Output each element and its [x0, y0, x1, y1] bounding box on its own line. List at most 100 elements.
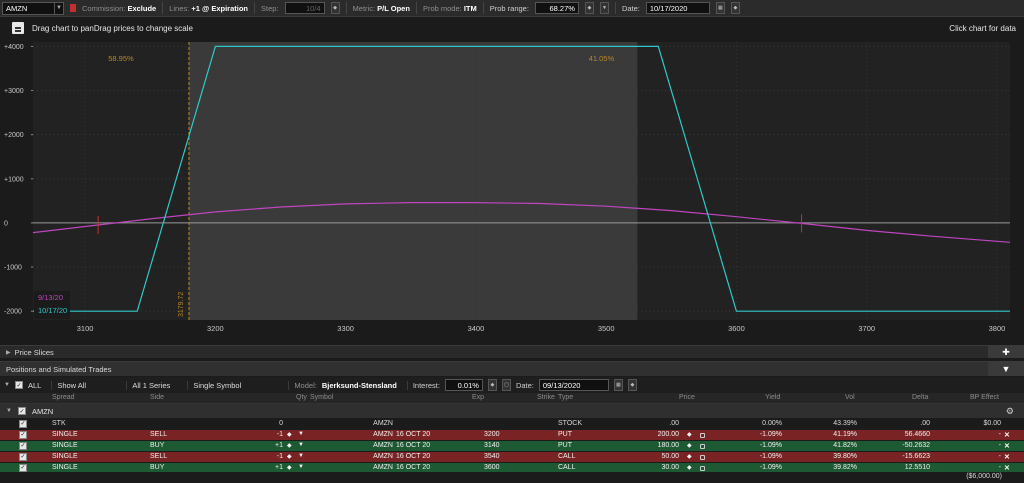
- stepper-icon[interactable]: ◆: [687, 453, 692, 460]
- x-tick-label: 3100: [77, 324, 94, 333]
- col-yield[interactable]: Yield: [765, 394, 780, 401]
- col-price[interactable]: Price: [679, 394, 695, 401]
- prob-right-label: 41.05%: [589, 54, 615, 63]
- cell-price: 180.00: [657, 442, 679, 449]
- cell-bp: -: [998, 431, 1001, 438]
- group-checkbox[interactable]: ✓: [17, 407, 26, 415]
- qty-dropdown-icon[interactable]: ▼: [298, 442, 304, 448]
- group-row-amzn[interactable]: ▼ ✓ AMZN ⚙: [0, 404, 1024, 418]
- qty-dropdown-icon[interactable]: ▼: [298, 453, 304, 459]
- col-strike[interactable]: Strike: [537, 394, 555, 401]
- x-tick-label: 3600: [728, 324, 745, 333]
- interest-field[interactable]: 0.01%: [444, 379, 483, 391]
- lock-icon[interactable]: [700, 455, 705, 460]
- commission-value[interactable]: Exclude: [127, 4, 156, 13]
- lock-icon[interactable]: [700, 466, 705, 471]
- options-date-stepper[interactable]: ◆: [627, 379, 637, 391]
- stepper-icon[interactable]: ◆: [287, 453, 292, 460]
- row-checkbox[interactable]: ✓: [19, 453, 27, 461]
- lock-icon[interactable]: [700, 444, 705, 449]
- col-type[interactable]: Type: [558, 394, 573, 401]
- stepper-icon[interactable]: ◆: [287, 442, 292, 449]
- cell-yield: -1.09%: [759, 464, 782, 471]
- close-icon[interactable]: ✕: [1004, 453, 1010, 461]
- cell-symbol: AMZN: [373, 420, 393, 427]
- col-delta[interactable]: Delta: [912, 394, 928, 401]
- options-date-field[interactable]: 09/13/2020: [538, 379, 609, 391]
- prob-range-field[interactable]: 68.27%: [534, 2, 579, 14]
- metric-value[interactable]: P/L Open: [377, 4, 410, 13]
- prob-range-stepper[interactable]: ◆: [584, 2, 594, 14]
- single-symbol-select[interactable]: Single Symbol: [193, 380, 290, 390]
- symbol-selector[interactable]: AMZN ▼: [2, 1, 64, 15]
- cell-type: PUT: [558, 442, 572, 449]
- lock-icon[interactable]: [700, 433, 705, 438]
- stepper-icon[interactable]: ◆: [687, 431, 692, 438]
- close-icon[interactable]: ✕: [1004, 431, 1010, 439]
- prob-left-label: 58.95%: [108, 54, 134, 63]
- cell-side: SELL: [150, 453, 168, 460]
- date-field[interactable]: 10/17/2020: [645, 2, 710, 14]
- prob-mode-value[interactable]: ITM: [464, 4, 477, 13]
- stepper-icon[interactable]: ◆: [287, 431, 292, 438]
- cell-type: CALL: [558, 453, 576, 460]
- row-checkbox[interactable]: ✓: [19, 431, 27, 439]
- lock-icon[interactable]: ▢: [501, 379, 511, 391]
- table-row[interactable]: ✓ SINGLE SELL -1 AMZN 16 OCT 20 3200 PUT 200.00 -…: [0, 430, 1024, 440]
- show-all-select[interactable]: Show All: [57, 380, 128, 390]
- model-select[interactable]: Bjerksund-Stensland: [322, 380, 408, 390]
- price-slices-panel[interactable]: ▶ Price Slices ✚: [0, 345, 1024, 358]
- risk-profile-chart[interactable]: +4000 +3000 +2000 +1000 0 -1000 -2000 3100 3200…: [0, 39, 1024, 345]
- chevron-down-icon[interactable]: ▼: [54, 2, 63, 14]
- lines-value[interactable]: +1 @ Expiration: [191, 4, 248, 13]
- price-slices-title: Price Slices: [14, 347, 54, 357]
- step-field[interactable]: 10/4: [284, 2, 325, 14]
- select-all-checkbox[interactable]: ✓: [14, 381, 23, 389]
- stepper-icon[interactable]: ◆: [687, 464, 692, 471]
- cell-bp: -: [998, 442, 1001, 449]
- col-vol[interactable]: Vol: [845, 394, 855, 401]
- interest-stepper[interactable]: ◆: [487, 379, 497, 391]
- stepper-icon[interactable]: ◆: [287, 464, 292, 471]
- row-checkbox[interactable]: ✓: [19, 464, 27, 472]
- table-row[interactable]: ✓ STK 0 AMZN STOCK .00 0.00% 43.39% .00 $0.00: [0, 419, 1024, 429]
- gear-icon[interactable]: ⚙: [1006, 406, 1014, 417]
- step-stepper[interactable]: ◆: [330, 2, 340, 14]
- interest-label: Interest:: [412, 380, 440, 390]
- chart-settings-icon[interactable]: [12, 22, 24, 34]
- x-tick-label: 3500: [598, 324, 615, 333]
- link-color-icon[interactable]: [70, 4, 76, 12]
- calendar-icon[interactable]: ▦: [613, 379, 623, 391]
- qty-dropdown-icon[interactable]: ▼: [298, 464, 304, 470]
- table-row[interactable]: ✓ SINGLE SELL -1 AMZN 16 OCT 20 3540 CALL 50.00 -…: [0, 452, 1024, 462]
- collapse-menu-button[interactable]: ▼: [988, 362, 1024, 376]
- row-checkbox[interactable]: ✓: [19, 420, 27, 428]
- x-tick-label: 3200: [207, 324, 224, 333]
- date-stepper[interactable]: ◆: [730, 2, 740, 14]
- add-slice-button[interactable]: ✚: [988, 346, 1024, 358]
- col-symbol[interactable]: Symbol: [310, 394, 333, 401]
- table-row[interactable]: ✓ SINGLE BUY +1 AMZN 16 OCT 20 3140 PUT 180.00 -1…: [0, 441, 1024, 451]
- col-qty[interactable]: Qty: [296, 394, 307, 401]
- chevron-down-icon[interactable]: ▼: [6, 408, 12, 414]
- cell-symbol: AMZN: [373, 453, 393, 460]
- col-side[interactable]: Side: [150, 394, 164, 401]
- col-spread[interactable]: Spread: [52, 394, 75, 401]
- row-checkbox[interactable]: ✓: [19, 442, 27, 450]
- prob-range-dropdown[interactable]: ▼: [599, 2, 609, 14]
- cell-delta: 12.5510: [904, 464, 930, 471]
- chevron-right-icon[interactable]: ▶: [6, 349, 11, 356]
- calendar-icon[interactable]: ▦: [715, 2, 725, 14]
- cell-yield: -1.09%: [759, 453, 782, 460]
- cell-symbol: AMZN: [373, 464, 393, 471]
- col-exp[interactable]: Exp: [472, 394, 484, 401]
- close-icon[interactable]: ✕: [1004, 464, 1010, 472]
- chevron-down-icon[interactable]: ▼: [4, 382, 10, 388]
- col-bp-effect[interactable]: BP Effect: [970, 394, 999, 401]
- qty-dropdown-icon[interactable]: ▼: [298, 431, 304, 437]
- close-icon[interactable]: ✕: [1004, 442, 1010, 450]
- series-select[interactable]: All 1 Series: [132, 380, 189, 390]
- stepper-icon[interactable]: ◆: [687, 442, 692, 449]
- positions-panel-header[interactable]: Positions and Simulated Trades ▼: [0, 361, 1024, 376]
- cell-vol: 41.19%: [833, 431, 857, 438]
